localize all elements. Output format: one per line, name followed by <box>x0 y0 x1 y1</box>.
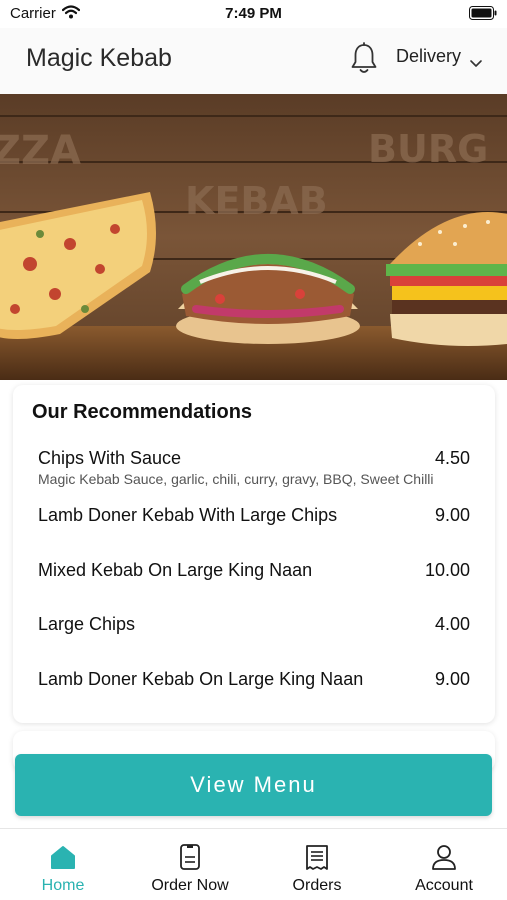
tab-orders[interactable]: Orders <box>254 829 380 900</box>
receipt-icon <box>303 843 331 871</box>
tab-order-now[interactable]: Order Now <box>127 829 253 900</box>
item-price: 9.00 <box>434 669 470 689</box>
bottom-tab-bar: Home Order Now Orders Account <box>0 828 507 900</box>
delivery-mode-selector[interactable]: Delivery <box>396 46 483 67</box>
view-menu-button[interactable]: View Menu <box>15 754 492 816</box>
banner-word-burger: BURG <box>368 127 488 171</box>
item-name: Lamb Doner Kebab On Large King Naan <box>38 669 364 689</box>
item-price: 4.00 <box>434 614 470 634</box>
kebab-image <box>176 254 360 344</box>
tab-label: Orders <box>292 877 342 894</box>
item-name: Chips With Sauce <box>38 448 182 468</box>
list-item[interactable]: Chips With Sauce 4.50 Magic Kebab Sauce,… <box>38 448 470 490</box>
recommendations-card: Our Recommendations Chips With Sauce 4.5… <box>13 385 495 723</box>
item-price: 10.00 <box>424 560 470 580</box>
battery-icon <box>469 6 497 24</box>
status-bar: Carrier 7:49 PM <box>0 0 507 28</box>
hero-banner-image: ZZA KEBAB BURG <box>0 94 507 380</box>
delivery-mode-label: Delivery <box>396 46 462 66</box>
list-item[interactable]: Lamb Doner Kebab With Large Chips 9.00 <box>38 505 470 531</box>
tab-label: Account <box>415 877 473 894</box>
order-icon <box>176 843 204 871</box>
tab-home[interactable]: Home <box>0 829 126 900</box>
bell-icon[interactable] <box>348 42 380 76</box>
item-price: 9.00 <box>434 505 470 525</box>
app-header: Magic Kebab Delivery <box>0 28 507 94</box>
restaurant-title: Magic Kebab <box>26 44 172 72</box>
chevron-down-icon <box>469 52 483 67</box>
item-price: 4.50 <box>434 448 470 468</box>
banner-word-pizza: ZZA <box>0 128 81 174</box>
tab-label: Order Now <box>151 877 229 894</box>
item-description: Magic Kebab Sauce, garlic, chili, curry,… <box>38 471 434 487</box>
user-icon <box>430 843 458 871</box>
banner-word-kebab: KEBAB <box>185 179 328 223</box>
tab-account[interactable]: Account <box>381 829 507 900</box>
list-item[interactable]: Lamb Doner Kebab On Large King Naan 9.00 <box>38 669 470 695</box>
list-item[interactable]: Large Chips 4.00 <box>38 614 470 640</box>
list-item[interactable]: Mixed Kebab On Large King Naan 10.00 <box>38 560 470 586</box>
status-time: 7:49 PM <box>225 5 282 22</box>
item-name: Large Chips <box>38 614 136 634</box>
home-icon <box>49 843 77 871</box>
item-name: Mixed Kebab On Large King Naan <box>38 560 313 580</box>
tab-label: Home <box>41 877 85 894</box>
recommendations-title: Our Recommendations <box>32 401 253 423</box>
item-name: Lamb Doner Kebab With Large Chips <box>38 505 338 525</box>
